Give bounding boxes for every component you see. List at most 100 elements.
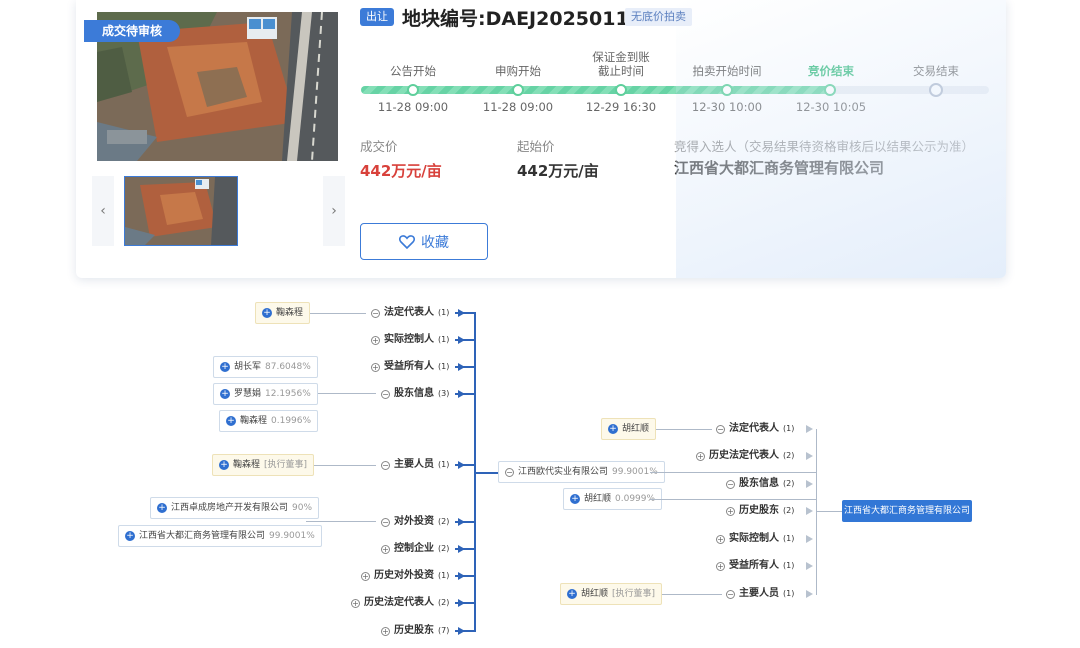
category-key-personnel[interactable]: − 主要人员 (1) [726,586,794,602]
person-node[interactable]: + 鞠森程 [255,302,311,324]
step-label-bidding-end: 竞价结束 [808,64,854,78]
category-count: (1) [438,362,450,371]
shareholder-pct: 0.1996% [271,416,312,426]
investment-node[interactable]: + 江西省大都汇商务管理有限公司 99.9001% [118,525,322,547]
person-plus-icon: + [570,494,580,504]
investment-node[interactable]: + 江西卓成房地产开发有限公司 90% [150,497,320,519]
shareholder-pct: 87.6048% [265,362,311,372]
thumbnail-image[interactable] [124,176,238,246]
shareholder-name: 胡长军 [234,362,262,372]
category-beneficial-owner[interactable]: + 受益所有人 (1) [371,359,449,375]
graph-link [650,429,712,430]
category-legal-rep[interactable]: − 法定代表人 (1) [716,421,794,437]
expand-icon[interactable]: + [726,506,735,516]
key-person-node[interactable]: + 胡红顺 [执行董事] [560,583,663,605]
collapse-icon[interactable]: − [371,308,380,318]
category-label: 实际控制人 [729,533,779,544]
category-beneficial-owner[interactable]: + 受益所有人 (1) [716,558,794,574]
category-label: 法定代表人 [384,307,434,318]
person-role: [执行董事] [264,460,308,470]
graph-link [306,521,376,522]
arrow-icon [458,599,465,607]
step-label-subscribe: 申购开始 [495,64,541,78]
category-label: 历史法定代表人 [709,450,779,461]
thumbnail-carousel: ‹ › [92,176,345,246]
category-shareholders[interactable]: − 股东信息 (3) [381,386,449,402]
start-price-label: 起始价 [517,139,555,154]
category-controlled-companies[interactable]: + 控制企业 (2) [381,541,449,557]
favorite-button[interactable]: 收藏 [360,223,488,260]
category-label: 对外投资 [394,516,434,527]
category-investments[interactable]: − 对外投资 (2) [381,514,449,530]
winner-value: 江西省大都汇商务管理有限公司 [674,159,885,177]
investment-pct: 90% [292,503,313,513]
key-person-node[interactable]: + 鞠森程 [执行董事] [212,454,315,476]
category-actual-controller[interactable]: + 实际控制人 (1) [716,531,794,547]
step-label-line: 截止时间 [598,64,644,78]
graph-link [306,313,366,314]
shareholder-node[interactable]: + 鞠森程 0.1996% [219,410,319,432]
step-dot-pending [929,83,943,97]
step-dot [721,84,733,96]
collapse-icon[interactable]: − [716,424,725,434]
person-name: 胡红顺 [622,424,650,434]
category-label: 股东信息 [739,478,779,489]
carousel-prev-button[interactable]: ‹ [92,176,114,246]
arrow-icon [806,590,813,598]
plot-number-title: 地块编号:DAEJ2025011 [402,8,629,30]
category-count: (2) [783,479,795,488]
category-count: (2) [438,544,450,553]
expand-icon[interactable]: + [371,362,380,372]
category-historical-shareholders[interactable]: + 历史股东 (7) [381,623,449,639]
collapse-icon[interactable]: − [726,589,735,599]
collapse-icon[interactable]: − [381,517,390,527]
person-node[interactable]: + 胡红顺 [601,418,657,440]
progress-fill [361,86,831,94]
expand-icon[interactable]: + [716,534,725,544]
step-label-announce: 公告开始 [390,64,436,78]
collapse-icon[interactable]: − [726,479,735,489]
expand-icon[interactable]: + [351,598,360,608]
winner-label: 竞得入选人（交易结果待资格审核后以结果公示为准） [674,139,975,154]
person-name: 鞠森程 [233,460,261,470]
step-label-auction-start: 拍卖开始时间 [692,64,762,78]
person-node[interactable]: + 胡红顺 0.0999% [563,488,663,510]
category-label: 历史股东 [739,505,779,516]
category-legal-rep[interactable]: − 法定代表人 (1) [371,305,449,321]
company-plus-icon: + [125,531,135,541]
graph-link [650,472,816,473]
target-company-node[interactable]: 江西省大都汇商务管理有限公司 [842,500,972,522]
category-shareholders[interactable]: − 股东信息 (2) [726,476,794,492]
step-time: 11-28 09:00 [482,100,554,114]
expand-icon[interactable]: + [381,626,390,636]
arrow-icon [458,309,465,317]
parent-company-node[interactable]: − 江西欧代实业有限公司 99.9001% [498,461,665,483]
step-label-line: 保证金到账 [592,50,650,64]
category-historical-investments[interactable]: + 历史对外投资 (1) [361,568,449,584]
expand-icon[interactable]: + [361,571,370,581]
expand-icon[interactable]: + [716,561,725,571]
category-historical-shareholders[interactable]: + 历史股东 (2) [726,503,794,519]
expand-icon[interactable]: + [381,544,390,554]
category-historical-legal-reps[interactable]: + 历史法定代表人 (2) [351,595,449,611]
arrow-icon [806,507,813,515]
category-key-personnel[interactable]: − 主要人员 (1) [381,457,449,473]
collapse-icon[interactable]: − [381,389,390,399]
collapse-icon[interactable]: − [505,467,514,477]
company-name: 江西欧代实业有限公司 [518,467,609,477]
expand-icon[interactable]: + [371,335,380,345]
category-actual-controller[interactable]: + 实际控制人 (1) [371,332,449,348]
category-count: (1) [438,571,450,580]
category-historical-legal-reps[interactable]: + 历史法定代表人 (2) [696,448,794,464]
carousel-next-button[interactable]: › [323,176,345,246]
chevron-right-icon: › [331,203,337,219]
step-dot [512,84,524,96]
shareholder-node[interactable]: + 胡长军 87.6048% [213,356,318,378]
person-plus-icon: + [567,589,577,599]
expand-icon[interactable]: + [696,451,705,461]
arrow-icon [458,518,465,526]
shareholder-node[interactable]: + 罗慧娟 12.1956% [213,383,318,405]
category-count: (1) [783,589,795,598]
step-time: 12-30 10:00 [691,100,763,114]
collapse-icon[interactable]: − [381,460,390,470]
